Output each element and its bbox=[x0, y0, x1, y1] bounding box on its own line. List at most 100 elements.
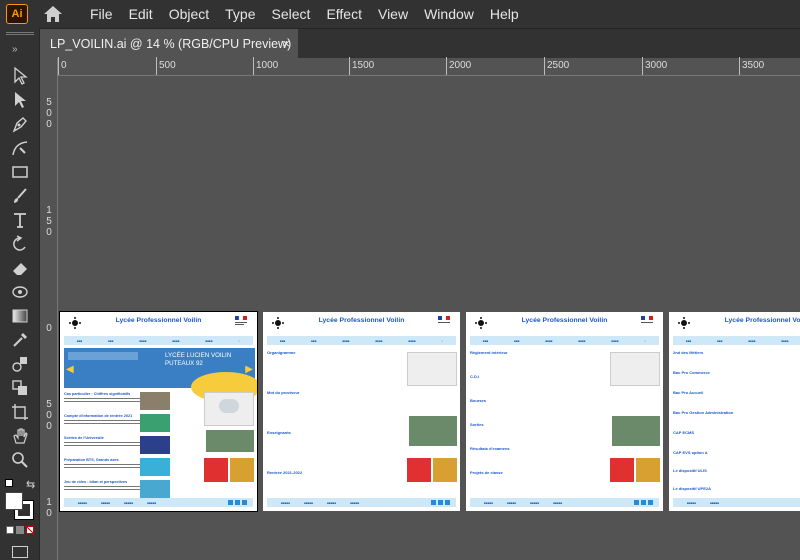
page-link: Mot du proviseur bbox=[267, 390, 300, 395]
page-link: Rentrée 2021-2022 bbox=[267, 470, 303, 475]
artboard-nav: ■■■■■■■■■■■■■■■■■■⌕ bbox=[673, 336, 800, 345]
page-link: 2nd des Métiers bbox=[673, 350, 704, 355]
canvas[interactable]: Lycée Professionnel Voilin ■■■ ■■■ ■■■■ ■■■… bbox=[58, 76, 800, 560]
ruler-label: 1000 bbox=[256, 60, 279, 71]
gradient-mode-icon[interactable] bbox=[16, 526, 24, 534]
artboard-training[interactable]: Lycée Professionnel Voilin ■■■■■■■■■■■■■… bbox=[669, 312, 800, 511]
page-link: Bac Pro Gestion Administration bbox=[673, 410, 734, 415]
artboard-title: Lycée Professionnel Voilin bbox=[724, 317, 800, 324]
type-tool-icon[interactable] bbox=[10, 210, 30, 230]
news-thumbnail bbox=[140, 480, 170, 498]
ruler-label: 5 bbox=[46, 216, 52, 227]
side-photo bbox=[206, 430, 254, 452]
ruler-label: 1 bbox=[46, 497, 52, 508]
hero-banner: LYCÉE LUCIEN VOILIN PUTEAUX 92 ◀ ▶ bbox=[64, 348, 257, 402]
hand-tool-icon[interactable] bbox=[10, 426, 30, 446]
menu-effect[interactable]: Effect bbox=[318, 0, 370, 28]
artboard-title: Lycée Professionnel Voilin bbox=[318, 317, 405, 324]
shape-builder-tool-icon[interactable] bbox=[10, 378, 30, 398]
panel-grip[interactable] bbox=[6, 32, 34, 35]
news-thumbnail bbox=[140, 392, 170, 410]
menu-type[interactable]: Type bbox=[217, 0, 263, 28]
eyedropper-tool-icon[interactable] bbox=[10, 330, 30, 350]
ruler-tick bbox=[349, 57, 350, 75]
close-icon[interactable]: × bbox=[282, 36, 290, 51]
menu-view[interactable]: View bbox=[370, 0, 416, 28]
ruler-label: 0 bbox=[46, 508, 52, 519]
ruler-label: 0 bbox=[46, 119, 52, 130]
ruler-label: 0 bbox=[46, 227, 52, 238]
tools-panel: » ⇆ bbox=[0, 28, 40, 560]
fill-color-swatch[interactable] bbox=[5, 492, 23, 510]
chevron-right-icon: ▶ bbox=[245, 364, 253, 375]
artboard-about[interactable]: Lycée Professionnel Voilin ■■■ ■■■ ■■■■ ■■■… bbox=[263, 312, 460, 511]
default-colors-icon[interactable] bbox=[5, 479, 13, 487]
republique-logo-icon bbox=[438, 316, 450, 323]
ruler-label: 5 bbox=[46, 97, 52, 108]
menu-help[interactable]: Help bbox=[482, 0, 527, 28]
artboard-footer: ■■■■■ ■■■■■ ■■■■■ ■■■■■ bbox=[64, 498, 253, 507]
vertical-ruler[interactable]: 5 0 0 1 5 0 0 5 0 0 1 0 bbox=[40, 58, 58, 560]
ruler-tick bbox=[544, 57, 545, 75]
ruler-label: 3000 bbox=[645, 60, 668, 71]
ruler-tick bbox=[253, 57, 254, 75]
illustrator-logo[interactable]: Ai bbox=[6, 4, 28, 24]
chevron-left-icon: ◀ bbox=[66, 364, 74, 375]
page-link: Sorties bbox=[470, 422, 484, 427]
page-link: Projets de classe bbox=[470, 470, 503, 475]
screen-mode-icon[interactable] bbox=[12, 546, 28, 558]
side-poster bbox=[636, 458, 660, 482]
news-thumbnail bbox=[140, 414, 170, 432]
gradient-tool-icon[interactable] bbox=[10, 306, 30, 326]
ruler-label: 0 bbox=[46, 410, 52, 421]
eraser-tool-icon[interactable] bbox=[10, 258, 30, 278]
news-thumbnail bbox=[140, 436, 170, 454]
ruler-label: 0 bbox=[46, 108, 52, 119]
ruler-tick bbox=[739, 57, 740, 75]
page-link: CAP ECMS bbox=[673, 430, 695, 435]
artboard-footer: ■■■■■ ■■■■■ ■■■■■ ■■■■■ bbox=[267, 498, 456, 507]
rotate-tool-icon[interactable] bbox=[10, 234, 30, 254]
news-item: Compte d'information de rentrée 2021 bbox=[64, 414, 170, 434]
curvature-tool-icon[interactable] bbox=[10, 138, 30, 158]
paintbrush-tool-icon[interactable] bbox=[10, 186, 30, 206]
zoom-tool-icon[interactable] bbox=[10, 450, 30, 470]
document-tab[interactable]: LP_VOILIN.ai @ 14 % (RGB/CPU Preview) × bbox=[40, 29, 298, 59]
ruler-tick bbox=[58, 57, 59, 75]
puppet-warp-tool-icon[interactable] bbox=[10, 282, 30, 302]
artboard-home[interactable]: Lycée Professionnel Voilin ■■■ ■■■ ■■■■ ■■■… bbox=[59, 311, 258, 512]
ruler-label: 1 bbox=[46, 205, 52, 216]
collapse-icon[interactable]: » bbox=[12, 44, 18, 55]
menu-window[interactable]: Window bbox=[416, 0, 482, 28]
menu-edit[interactable]: Edit bbox=[121, 0, 161, 28]
home-icon[interactable] bbox=[42, 4, 64, 24]
horizontal-ruler[interactable]: 0 500 1000 1500 2000 2500 3000 3500 bbox=[58, 57, 800, 76]
page-link: Résultats d'examens bbox=[470, 446, 510, 451]
menu-object[interactable]: Object bbox=[161, 0, 217, 28]
menu-file[interactable]: File bbox=[82, 0, 121, 28]
pen-tool-icon[interactable] bbox=[10, 114, 30, 134]
blend-tool-icon[interactable] bbox=[10, 354, 30, 374]
selection-tool-icon[interactable] bbox=[10, 66, 30, 86]
side-photo bbox=[409, 416, 457, 446]
swap-colors-icon[interactable]: ⇆ bbox=[26, 478, 35, 491]
news-item: Préparation BTS, Grands axes bbox=[64, 458, 170, 478]
side-widget bbox=[610, 352, 660, 386]
none-mode-icon[interactable] bbox=[26, 526, 34, 534]
ruler-label: 2500 bbox=[547, 60, 570, 71]
rectangle-tool-icon[interactable] bbox=[10, 162, 30, 182]
side-poster bbox=[204, 458, 228, 482]
document-tab-bar: LP_VOILIN.ai @ 14 % (RGB/CPU Preview) × bbox=[40, 28, 800, 59]
page-link: Organigramme bbox=[267, 350, 296, 355]
ruler-label: 500 bbox=[159, 60, 176, 71]
artboard-nav: ■■■■■■■■■■■■■■■■■■⌕ bbox=[470, 336, 659, 345]
side-photo bbox=[612, 416, 660, 446]
direct-selection-tool-icon[interactable] bbox=[10, 90, 30, 110]
color-mode-icon[interactable] bbox=[6, 526, 14, 534]
ruler-label: 0 bbox=[61, 60, 67, 71]
document-tab-title: LP_VOILIN.ai @ 14 % (RGB/CPU Preview) bbox=[50, 37, 292, 51]
artboard-tool-icon[interactable] bbox=[10, 402, 30, 422]
menu-bar: Ai File Edit Object Type Select Effect V… bbox=[0, 0, 800, 28]
artboard-life[interactable]: Lycée Professionnel Voilin ■■■ ■■■ ■■■■ ■■■… bbox=[466, 312, 663, 511]
menu-select[interactable]: Select bbox=[264, 0, 319, 28]
